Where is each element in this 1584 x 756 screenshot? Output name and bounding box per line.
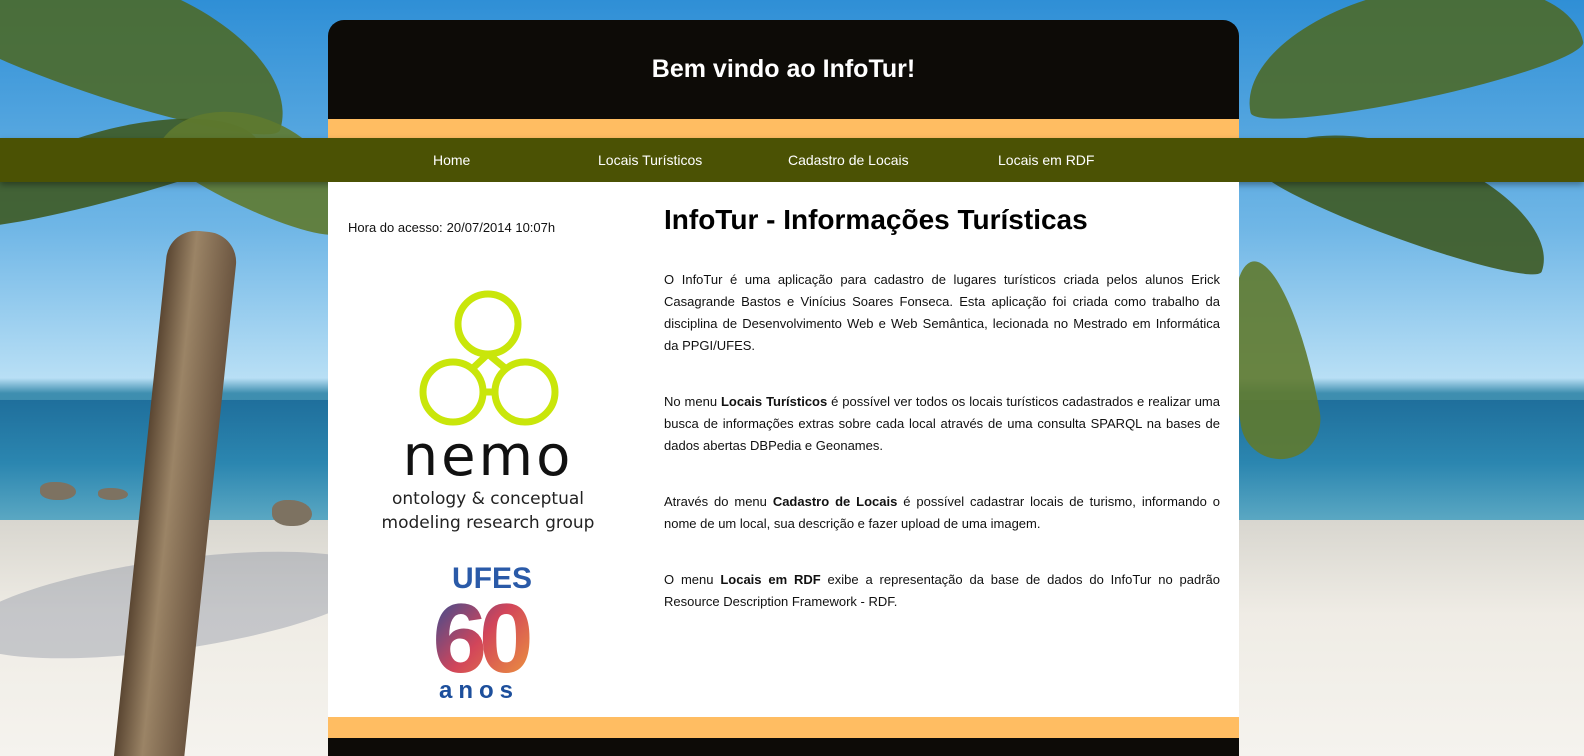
- text: Através do menu: [664, 494, 773, 509]
- nemo-logo-name: nemo: [403, 424, 574, 489]
- palm-frond: [1253, 101, 1567, 289]
- rock: [272, 500, 312, 526]
- nav-item-locais-turisticos[interactable]: Locais Turísticos: [598, 138, 702, 182]
- ufes-logo-anos: anos: [439, 677, 519, 702]
- header-accent-bar: [328, 119, 1239, 139]
- access-time-label: Hora do acesso:: [348, 220, 443, 235]
- site-title: Bem vindo ao InfoTur!: [651, 55, 916, 83]
- nemo-logo-tagline-2: modeling research group: [382, 513, 595, 533]
- rock: [98, 488, 128, 500]
- bold-menu-name: Locais em RDF: [720, 572, 821, 587]
- content-panel: Hora do acesso: 20/07/2014 10:07h nemo on…: [328, 182, 1239, 717]
- bold-menu-name: Cadastro de Locais: [772, 494, 898, 509]
- access-time-value: 20/07/2014 10:07h: [446, 220, 556, 235]
- nav-item-locais-em-rdf[interactable]: Locais em RDF: [998, 138, 1094, 182]
- nav-item-home[interactable]: Home: [433, 138, 470, 182]
- main-navigation: Home Locais Turísticos Cadastro de Locai…: [0, 138, 1584, 182]
- main-article: InfoTur - Informações Turísticas O InfoT…: [664, 204, 1220, 647]
- nav-item-cadastro-de-locais[interactable]: Cadastro de Locais: [788, 138, 909, 182]
- rock: [40, 482, 76, 500]
- page-title: InfoTur - Informações Turísticas: [664, 204, 1088, 235]
- access-time: Hora do acesso: 20/07/2014 10:07h: [348, 220, 555, 235]
- footer: [328, 738, 1239, 756]
- nemo-logo-tagline-1: ontology & conceptual: [392, 489, 584, 509]
- ufes-60-logo: UFES 60 anos: [432, 562, 538, 702]
- paragraph-rdf: O menu Locais em RDF exibe a representaç…: [664, 569, 1220, 613]
- palm-frond: [1232, 0, 1584, 135]
- paragraph-cadastro: Através do menu Cadastro de Locais é pos…: [664, 491, 1220, 535]
- text: O menu: [664, 572, 721, 587]
- nemo-logo-mark: [419, 290, 559, 426]
- site-header: Bem vindo ao InfoTur!: [328, 20, 1239, 119]
- paragraph-intro: O InfoTur é uma aplicação para cadastro …: [664, 272, 1220, 353]
- paragraph-locais-turisticos: No menu Locais Turísticos é possível ver…: [664, 391, 1220, 457]
- footer-accent-bar: [328, 717, 1239, 738]
- text: No menu: [664, 394, 721, 409]
- nemo-logo: nemo ontology & conceptual modeling rese…: [382, 290, 595, 533]
- bold-menu-name: Locais Turísticos: [720, 394, 828, 409]
